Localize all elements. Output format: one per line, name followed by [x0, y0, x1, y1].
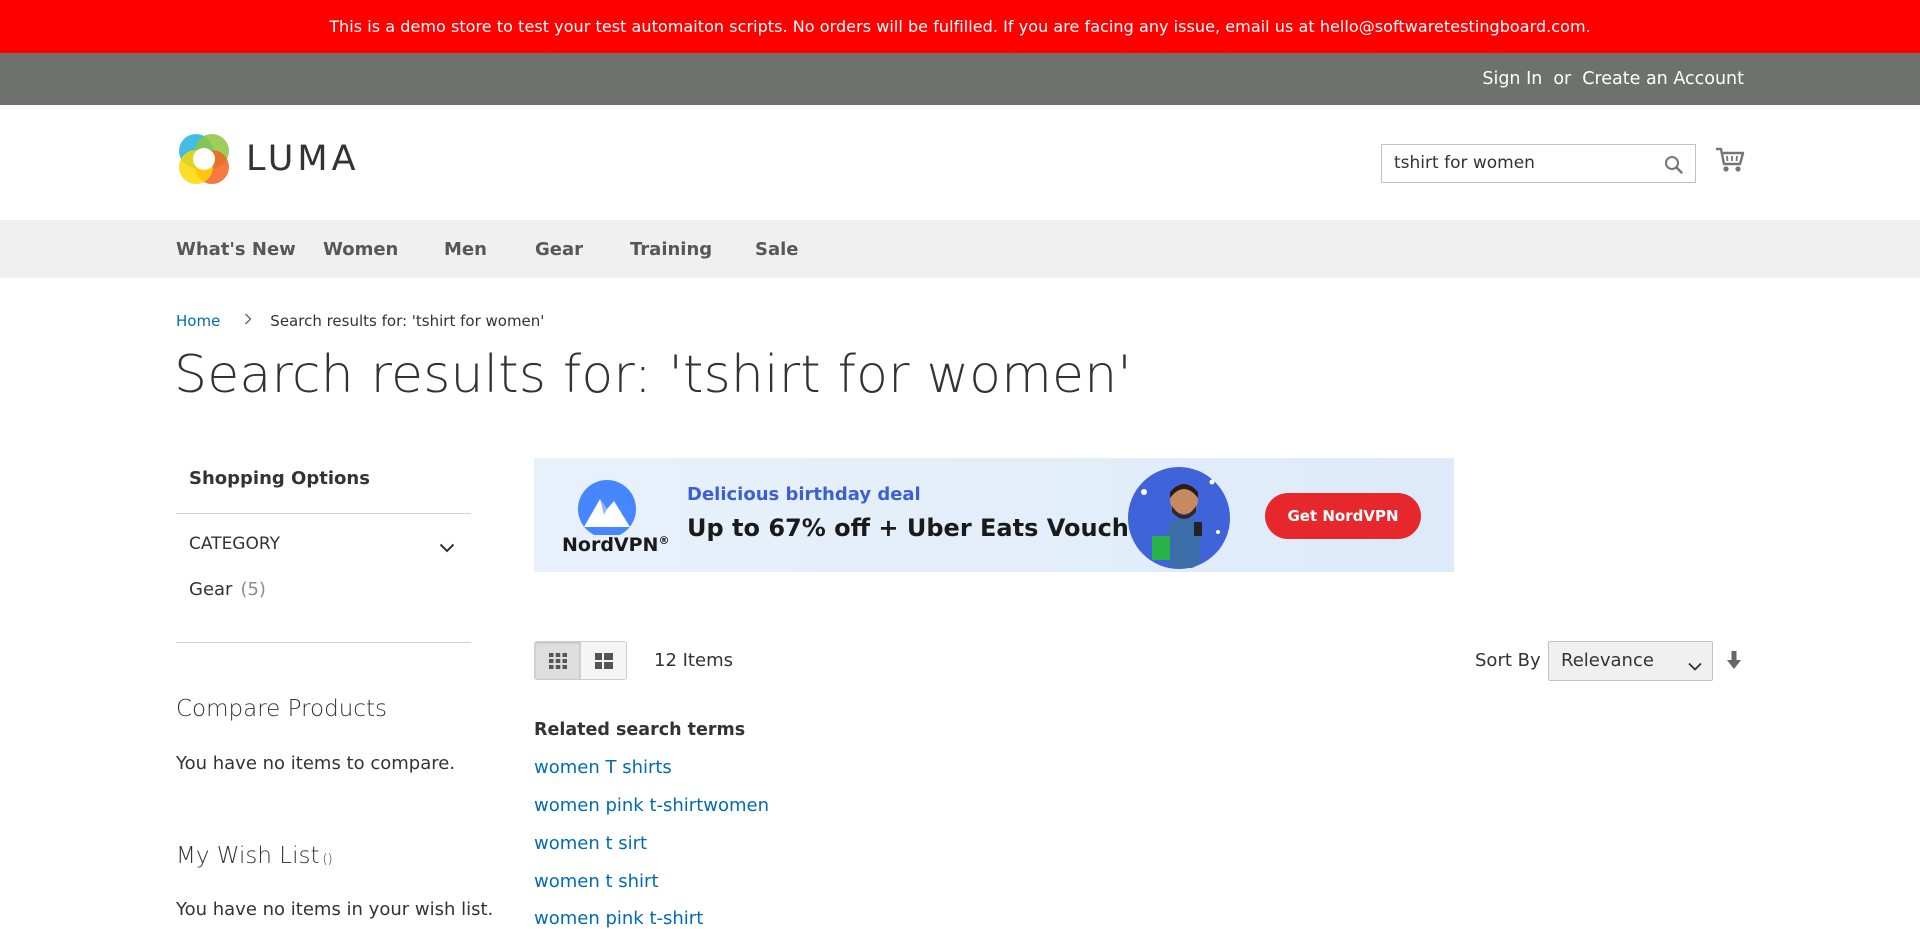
demo-notice-text: This is a demo store to test your test a… — [329, 17, 1591, 36]
chevron-right-icon — [244, 313, 252, 329]
luma-logo-icon — [179, 134, 229, 184]
compare-products-title: Compare Products — [176, 696, 387, 722]
category-filter-header[interactable]: Category — [176, 513, 471, 566]
create-account-link[interactable]: Create an Account — [1582, 69, 1744, 89]
page-title: Search results for: 'tshirt for women' — [174, 345, 1132, 405]
breadcrumb: Home Search results for: 'tshirt for wom… — [176, 312, 544, 330]
search-input[interactable] — [1394, 153, 1644, 173]
nav-item-gear[interactable]: Gear — [535, 239, 583, 260]
cart-icon[interactable] — [1715, 146, 1745, 178]
nav-item-women[interactable]: Women — [323, 239, 398, 260]
nav-item-training[interactable]: Training — [630, 239, 712, 260]
category-item-label: Gear — [189, 579, 233, 600]
view-mode-switch — [534, 641, 627, 680]
sidebar-divider — [176, 642, 471, 643]
wishlist-counter: () — [322, 852, 333, 867]
wishlist-title: My Wish List() — [176, 843, 333, 869]
get-nordvpn-button[interactable]: Get NordVPN — [1265, 493, 1421, 539]
ad-brand-text: NordVPN — [562, 534, 659, 556]
header-links: Sign In or Create an Account — [1482, 53, 1744, 105]
related-search-terms-title: Related search terms — [534, 720, 746, 740]
products-toolbar: 12 Items Sort By Relevance — [534, 641, 1744, 681]
demo-notice-bar: This is a demo store to test your test a… — [0, 0, 1920, 53]
logo-text: LUMA — [246, 139, 360, 179]
wishlist-title-text: My Wish List — [176, 843, 320, 869]
nordvpn-ad-banner[interactable]: NordVPN® Delicious birthday deal Up to 6… — [534, 458, 1454, 572]
category-filter-label: Category — [189, 534, 280, 554]
search-icon[interactable] — [1664, 155, 1683, 178]
nordvpn-logo-icon — [578, 480, 636, 535]
ad-brand-name: NordVPN® — [562, 534, 670, 556]
sort-by-select[interactable]: Relevance — [1548, 641, 1713, 681]
ad-subtitle: Delicious birthday deal — [687, 484, 921, 505]
logo[interactable]: LUMA — [176, 131, 360, 187]
chevron-down-icon — [1688, 656, 1702, 675]
compare-empty-message: You have no items to compare. — [176, 753, 456, 774]
chevron-down-icon — [439, 538, 455, 557]
breadcrumb-current: Search results for: 'tshirt for women' — [270, 312, 545, 330]
breadcrumb-home[interactable]: Home — [176, 312, 220, 330]
sign-in-link[interactable]: Sign In — [1482, 69, 1542, 89]
items-count: 12 Items — [654, 650, 733, 671]
ad-person-image — [1128, 467, 1230, 569]
category-item-count: (5) — [240, 579, 266, 600]
main-navigation: What's New Women Men Gear Training Sale — [0, 220, 1920, 278]
category-item-gear[interactable]: Gear (5) — [189, 579, 266, 600]
related-term-link[interactable]: women pink t-shirtwomen — [534, 795, 769, 816]
nav-item-whats-new[interactable]: What's New — [176, 239, 296, 260]
ad-title: Up to 67% off + Uber Eats Voucher — [687, 514, 1157, 542]
nav-item-sale[interactable]: Sale — [755, 239, 799, 260]
related-term-link[interactable]: women t shirt — [534, 871, 659, 892]
list-view-icon[interactable] — [580, 642, 626, 679]
or-separator: or — [1553, 69, 1572, 89]
search-box — [1381, 144, 1696, 183]
sort-by-label: Sort By — [1475, 650, 1541, 671]
shopping-options-title: Shopping Options — [189, 468, 370, 489]
related-term-link[interactable]: women pink t-shirt — [534, 908, 703, 929]
wishlist-empty-message: You have no items in your wish list. — [176, 899, 494, 920]
related-term-link[interactable]: women t sirt — [534, 833, 647, 854]
panel-header: Sign In or Create an Account — [0, 53, 1920, 105]
sort-direction-arrow-icon[interactable] — [1727, 651, 1741, 674]
grid-view-icon[interactable] — [535, 642, 580, 679]
sort-by-value: Relevance — [1561, 650, 1654, 671]
related-term-link[interactable]: women T shirts — [534, 757, 672, 778]
nav-item-men[interactable]: Men — [444, 239, 487, 260]
